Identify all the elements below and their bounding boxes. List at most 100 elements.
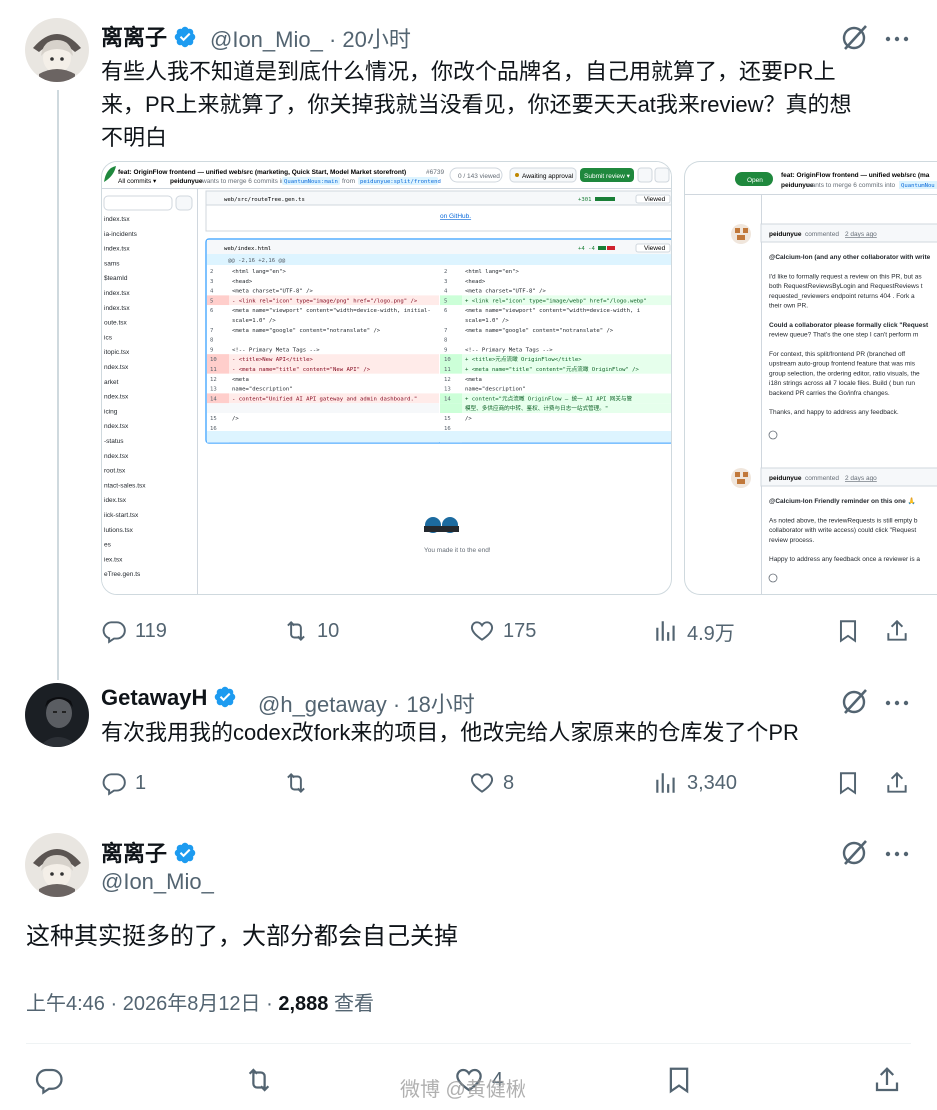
avatar-3[interactable] [25,833,89,897]
comment-line: their own PR. [769,303,808,310]
diff-code-left: <!-- Primary Meta Tags --> [232,347,320,353]
reply-icon [102,773,126,796]
submit-review-button: Submit review ▾ [584,173,631,180]
sidebar-file-item: iex.tsx [104,556,123,563]
grok-icon[interactable] [840,686,870,716]
diff-linenum: 9 [444,347,447,353]
diff-linenum: 12 [444,377,451,383]
diff-code-left: scale=1.0" /> [232,318,276,324]
github-link: on GitHub. [440,213,471,220]
viewed-count: 0 / 143 viewed [458,173,500,180]
more-icon[interactable] [884,24,910,54]
bookmark-button-2[interactable] [835,768,861,798]
comment-avatar-2 [731,468,751,488]
comment-line: I'd like to formally request a review on… [769,273,922,280]
diff-code-right: <meta name="google" content="notranslate… [465,328,614,334]
retweet-button-2[interactable] [283,768,309,798]
views-button[interactable]: 4.9万 [653,616,735,646]
pr-author: peidunyue [170,178,203,185]
more-icon[interactable] [884,688,910,718]
media-image-comments[interactable]: Open feat: OriginFlow frontend — unified… [684,161,937,595]
like-icon [470,621,494,641]
comment-line: For context, this split/frontend PR (bra… [769,351,905,358]
avatar[interactable] [25,18,89,82]
diff-code-right: + <meta name="title" content="元点流瞰 Origi… [465,365,640,373]
share-icon [887,619,907,641]
diff-linenum: 15 [444,416,451,422]
diff-row-left-empty [207,403,439,413]
diff-code-left: <html lang="en"> [232,269,287,275]
share-button-2[interactable] [884,768,910,798]
comment-line: review process. [769,537,814,544]
diff-code-right: 模型、多供应商的中转、鉴权、计费与日志一站式管理。" [465,404,608,412]
diff-code-left: - content="Unified AI API gateway and ad… [232,396,417,402]
diff-linenum: 14 [444,396,451,402]
diff-linenum: 10 [210,357,217,363]
emoji-icon-2 [768,573,778,583]
diff-linenum: 7 [210,328,213,334]
comment-time-2: 2 days ago [845,475,877,482]
base-branch-right: QuantumNou [901,183,935,189]
base-branch: QuantumNous:main [284,179,338,185]
retweet-button[interactable]: 10 [283,616,339,646]
display-name[interactable]: 离离子 [101,20,197,52]
tweet-meta: 上午4:46 · 2026年8月12日 · 2,888 查看 [26,993,374,1015]
reply-button-3[interactable] [34,1065,64,1095]
reply-button-2[interactable]: 1 [101,768,146,798]
share-button-3[interactable] [872,1065,902,1095]
octocat-icon [424,517,459,533]
diff-linenum: 5 [444,298,447,304]
reply-button[interactable]: 119 [101,616,167,646]
diff-code-right: + <title>元点流瞰 OriginFlow</title> [465,355,582,363]
file1-stats: +301 [578,197,591,203]
sidebar-file-item: lutions.tsx [104,527,134,534]
retweet-icon [287,620,305,642]
handle[interactable]: @Ion_Mio_ · 20小时 [210,22,411,54]
head-branch: peidunyue:split/frontend [360,179,441,185]
comment-line: backend PR carries the Go/infra changes. [769,390,890,397]
diff-code-left: - <link rel="icon" type="image/png" href… [232,298,418,304]
timestamp-2[interactable]: 18小时 [406,692,474,717]
like-button[interactable]: 175 [469,616,536,646]
diff-code-right: <!-- Primary Meta Tags --> [465,347,553,353]
verified-icon [174,26,196,48]
like-button-2[interactable]: 8 [469,768,514,798]
sidebar-file-item: ndex.tsx [104,364,129,371]
views-count: 2,888 [278,993,329,1015]
views-icon [656,621,675,641]
diff-linenum: 13 [444,387,451,393]
thread-line [57,90,59,680]
display-name-2[interactable]: GetawayH [101,685,237,711]
sidebar-file-item: arket [104,379,119,386]
views-button-2[interactable]: 3,340 [653,768,737,798]
sidebar-file-item: es [104,542,112,549]
main-timestamp[interactable]: 上午4:46 · 2026年8月12日 [26,993,261,1015]
bookmark-button-3[interactable] [664,1065,694,1095]
handle-3[interactable]: @Ion_Mio_ [101,869,214,895]
handle-2[interactable]: @h_getaway · 18小时 [258,687,475,719]
share-button[interactable] [884,616,910,646]
bookmark-button[interactable] [835,616,861,646]
comment-line: review queue? That's the one step I can'… [769,332,918,339]
diff-linenum: 2 [444,269,447,275]
timestamp[interactable]: 20小时 [342,27,410,52]
diff-code-right: /> [465,416,472,422]
diff-row-left [207,334,439,345]
comment-line: upstream auto-group frontend feature tha… [769,361,916,368]
diff-code-right: + content="元点流瞰 OriginFlow — 统一 AI API 网… [465,394,632,402]
diff-code-right: <meta name="viewport" content="width=dev… [465,308,640,314]
media-image-diff[interactable]: feat: OriginFlow frontend — unified web/… [101,161,672,595]
diff-code-right: + <link rel="icon" type="image/webp" hre… [465,298,647,304]
avatar-2[interactable] [25,683,89,747]
reply-icon [102,621,126,644]
grok-icon[interactable] [840,22,870,52]
awaiting-approval: Awaiting approval [522,173,574,180]
retweet-button-3[interactable] [244,1065,274,1095]
grok-icon[interactable] [840,837,870,867]
comment-line: Could a collaborator please formally cli… [769,322,929,329]
more-icon[interactable] [884,839,910,869]
comment-author-2: peidunyue [769,475,802,482]
verified-icon [174,842,196,864]
diff-linenum: 6 [444,308,447,314]
display-name-3[interactable]: 离离子 [101,836,197,868]
